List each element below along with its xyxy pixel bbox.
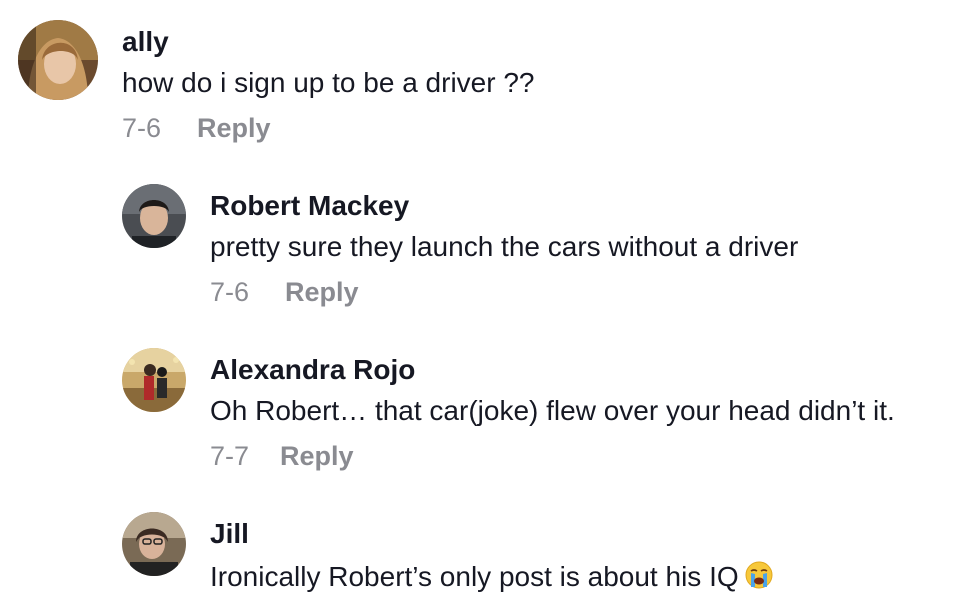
username[interactable]: Robert Mackey: [210, 192, 409, 220]
comment-text: pretty sure they launch the cars without…: [210, 231, 799, 262]
comment-text: how do i sign up to be a driver ??: [122, 67, 535, 98]
loudly-crying-face-emoji: [745, 561, 773, 594]
comment-text: Oh Robert… that car(joke) flew over your…: [210, 395, 895, 426]
comment-text: Ironically Robert’s only post is about h…: [210, 561, 773, 594]
reply-button[interactable]: Reply: [280, 443, 354, 470]
avatar[interactable]: [122, 348, 186, 412]
comment-date: 7-6: [210, 277, 250, 307]
reply-button[interactable]: Reply: [285, 279, 359, 306]
username[interactable]: ally: [122, 28, 169, 56]
avatar[interactable]: [18, 20, 98, 100]
avatar[interactable]: [122, 184, 186, 248]
username[interactable]: Alexandra Rojo: [210, 356, 415, 384]
comment-date: 7-7: [210, 441, 250, 471]
reply-button[interactable]: Reply: [197, 115, 271, 142]
avatar[interactable]: [122, 512, 186, 576]
comment-date: 7-6: [122, 113, 162, 143]
comment-text-body: Ironically Robert’s only post is about h…: [210, 561, 739, 592]
username[interactable]: Jill: [210, 520, 249, 548]
